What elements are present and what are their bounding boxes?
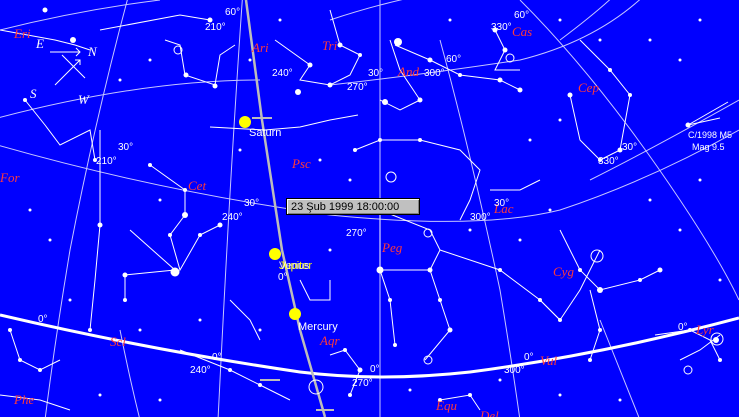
ra-label-270-bottom: 270° <box>352 378 373 389</box>
aqr-upper <box>229 299 261 341</box>
label-cep: Cep <box>578 80 599 95</box>
peg-leg2 <box>439 249 561 321</box>
comet-marker[interactable] <box>685 101 729 128</box>
ra-label-330-mid: 330° <box>598 156 619 167</box>
compass-south: S <box>30 86 37 101</box>
mercury-label: Mercury <box>298 321 338 333</box>
dec-label-30-far: 30° <box>622 142 637 153</box>
dec-label-0-bottom2: 0° <box>370 364 380 375</box>
compass-north: N <box>87 44 98 59</box>
label-psc: Psc <box>291 156 311 171</box>
peg-neck <box>424 269 451 361</box>
label-cet: Cet <box>188 178 206 193</box>
label-and: And <box>397 64 419 79</box>
ra-label-240-bottom: 240° <box>190 365 211 376</box>
dec-line-60-mid <box>329 0 403 21</box>
ra-label-210-top: 210° <box>205 22 226 33</box>
mercury-planet[interactable] <box>289 308 301 320</box>
tri-area-lines <box>99 14 211 31</box>
ra-label-300-top: 300° <box>424 68 445 79</box>
label-tri: Tri <box>322 38 338 53</box>
label-cyg: Cyg <box>553 264 574 279</box>
label-eri: Eri <box>13 26 31 41</box>
cyg-body <box>559 229 661 291</box>
ra-label-240-top: 240° <box>272 68 293 79</box>
label-vul: Vul <box>540 353 557 368</box>
ra-line-240 <box>217 0 243 417</box>
cet-tail <box>124 229 177 300</box>
ra-label-270-top: 270° <box>347 82 368 93</box>
dec-label-0-bottom: 0° <box>212 352 222 363</box>
dec-label-0-mid: 0° <box>278 272 288 283</box>
ra-label-300-mid: 300° <box>470 212 491 223</box>
label-lyr: Lyr <box>695 322 715 337</box>
scl-lines <box>9 329 61 371</box>
ra-label-330-top: 330° <box>491 22 512 33</box>
label-peg: Peg <box>381 240 403 255</box>
ra-label-240-mid: 240° <box>222 212 243 223</box>
dec-label-30-mid: 30° <box>244 198 259 209</box>
lac-lines <box>490 179 541 191</box>
dec-arc-left <box>0 79 261 118</box>
ra-label-300-bottom: 300° <box>504 365 525 376</box>
label-del: Del <box>479 408 499 417</box>
label-equ: Equ <box>435 398 457 413</box>
label-for: For <box>0 170 20 185</box>
saturn-label: Saturn <box>249 127 281 139</box>
jupiter-area-lines <box>299 279 331 301</box>
sky-map[interactable]: N E S W C/1998 M5 Mag 9.5 Saturn Jupiter… <box>0 0 739 417</box>
ra-line-300 <box>439 39 521 417</box>
jupiter-planet[interactable] <box>269 248 281 260</box>
compass-east: E <box>35 36 44 51</box>
dec-label-30-left: 30° <box>118 142 133 153</box>
label-ari: Ari <box>251 40 269 55</box>
phe-lines <box>0 394 71 411</box>
dec-label-0-far-right: 0° <box>678 322 688 333</box>
label-scl: Scl <box>110 334 126 349</box>
psc-lines <box>209 114 359 131</box>
dec-label-0-left: 0° <box>38 314 48 325</box>
compass-west: W <box>78 92 90 107</box>
dec-label-60-top: 60° <box>225 7 240 18</box>
label-phe: Phe <box>13 392 34 407</box>
cep-lines <box>569 39 631 161</box>
dec-label-60-mid: 60° <box>446 54 461 65</box>
comet-magnitude: Mag 9.5 <box>692 142 725 152</box>
ra-line-bottom-right <box>599 319 640 417</box>
peg-leg <box>379 269 396 346</box>
ra-line-210 <box>44 0 128 417</box>
compass-rose <box>50 47 86 86</box>
ra-label-210-mid: 210° <box>96 156 117 167</box>
dec-label-60-right: 60° <box>514 10 529 21</box>
dec-label-30-right: 30° <box>494 198 509 209</box>
comet-name: C/1998 M5 <box>688 130 732 140</box>
dec-label-0-right: 0° <box>524 352 534 363</box>
dec-label-30-top: 30° <box>368 68 383 79</box>
label-cas: Cas <box>512 24 532 39</box>
datetime-box[interactable]: 23 Şub 1999 18:00:00 <box>286 198 420 215</box>
ra-label-270-mid: 270° <box>346 228 367 239</box>
venus-label: Venus <box>279 260 310 272</box>
label-aqr: Aqr <box>319 333 340 348</box>
